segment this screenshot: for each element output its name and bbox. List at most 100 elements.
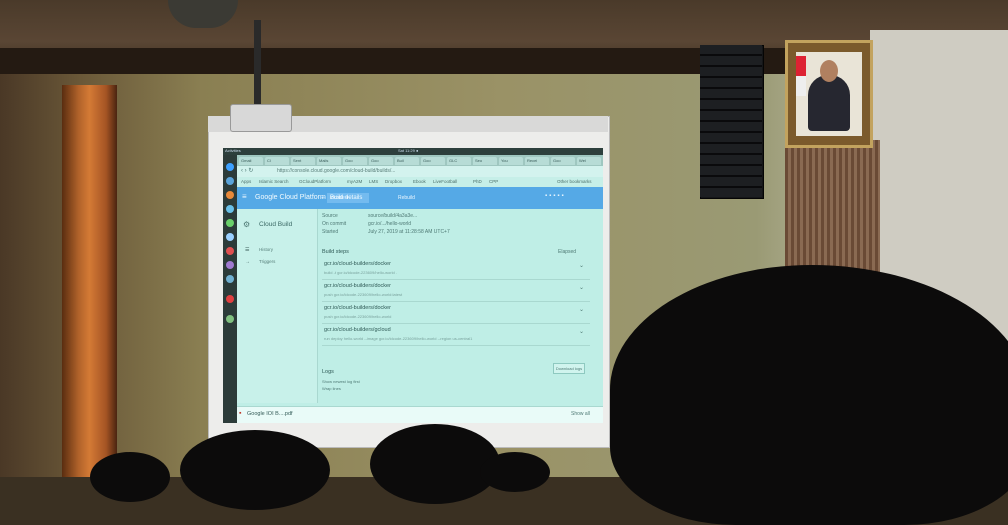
address-bar[interactable]: ‹ › ↻ https://console.cloud.google.com/c… bbox=[237, 166, 603, 177]
sidebar-title: Cloud Build bbox=[259, 221, 293, 228]
chrome-icon[interactable] bbox=[226, 163, 234, 171]
download-item[interactable]: Google IOI B....pdf bbox=[247, 411, 293, 417]
gcp-title[interactable]: Google Cloud Platform bbox=[255, 194, 326, 201]
app-icon[interactable] bbox=[226, 295, 234, 303]
log-option-newest-first[interactable]: Show newest log first bbox=[322, 379, 360, 384]
back-arrow-icon[interactable]: ← bbox=[320, 194, 327, 201]
elapsed-heading: Elapsed bbox=[558, 249, 577, 255]
meta-label: Source bbox=[322, 213, 338, 219]
meta-value: July 27, 2019 at 11:28:58 AM UTC+7 bbox=[368, 229, 450, 235]
bookmark-item[interactable]: Dropbox bbox=[385, 179, 402, 184]
bookmark-item[interactable]: LMS bbox=[369, 179, 378, 184]
browser-tab[interactable]: Goo bbox=[369, 157, 393, 165]
dock bbox=[223, 155, 237, 423]
other-bookmarks[interactable]: Other bookmarks bbox=[557, 179, 592, 184]
cloud-build-icon: ⚙ bbox=[243, 220, 251, 229]
bookmark-item[interactable]: myA2M bbox=[347, 179, 362, 184]
header-actions-icon[interactable]: ▪▪▪▪▪ bbox=[545, 193, 593, 201]
chevron-down-icon[interactable]: ⌄ bbox=[579, 306, 584, 313]
browser-tab[interactable]: Cl bbox=[265, 157, 289, 165]
flag-in-portrait bbox=[796, 56, 806, 96]
bookmark-item[interactable]: CPP bbox=[489, 179, 498, 184]
browser-tab[interactable]: Sent bbox=[291, 157, 315, 165]
browser-tab[interactable]: You bbox=[499, 157, 523, 165]
history-icon: ☰ bbox=[245, 247, 250, 253]
step-args: build -t gcr.io/idcode-223609/hello-worl… bbox=[324, 270, 397, 275]
step-name: gcr.io/cloud-builders/docker bbox=[324, 283, 391, 289]
audience-head bbox=[610, 265, 1008, 525]
build-step[interactable]: gcr.io/cloud-builders/docker push gcr.io… bbox=[322, 303, 590, 324]
bookmark-item[interactable]: PhD bbox=[473, 179, 482, 184]
download-logs-button[interactable]: Download logs bbox=[553, 363, 585, 374]
browser-tab-strip: Gmail Cl Sent Mails Goo Goo Buil Goo GLC… bbox=[237, 155, 603, 166]
bookmark-item[interactable]: Ebook bbox=[413, 179, 426, 184]
bookmark-item[interactable]: Islamic Search bbox=[259, 179, 289, 184]
step-name: gcr.io/cloud-builders/docker bbox=[324, 305, 391, 311]
browser-tab[interactable]: Buil bbox=[395, 157, 419, 165]
app-icon[interactable] bbox=[226, 247, 234, 255]
build-step[interactable]: gcr.io/cloud-builders/docker push gcr.io… bbox=[322, 281, 590, 302]
triggers-icon: → bbox=[245, 259, 250, 265]
bookmarks-bar: Apps Islamic Search GCloudPlatform myA2M… bbox=[237, 177, 603, 187]
browser-tab[interactable]: GLC bbox=[447, 157, 471, 165]
browser-tab[interactable]: Goo bbox=[421, 157, 445, 165]
app-icon[interactable] bbox=[226, 205, 234, 213]
audience-head bbox=[180, 430, 330, 510]
pdf-icon: ▪ bbox=[239, 410, 242, 417]
app-icon[interactable] bbox=[226, 315, 234, 323]
audience-head bbox=[480, 452, 550, 492]
meta-value[interactable]: source/build/4a3a3e... bbox=[368, 213, 417, 219]
window-curtain bbox=[62, 85, 117, 477]
app-icon[interactable] bbox=[226, 233, 234, 241]
chevron-down-icon[interactable]: ⌄ bbox=[579, 328, 584, 335]
speaker-grille bbox=[700, 45, 762, 197]
projected-desktop: Activities Sat 11:29 ● Gmail Cl Sent Mai… bbox=[223, 148, 603, 423]
meta-label: Started bbox=[322, 229, 339, 235]
menu-icon[interactable]: ≡ bbox=[242, 192, 247, 201]
projector-mount bbox=[254, 20, 261, 106]
build-step[interactable]: gcr.io/cloud-builders/docker build -t gc… bbox=[322, 259, 590, 280]
browser-tab[interactable]: Goo bbox=[551, 157, 575, 165]
app-icon[interactable] bbox=[226, 261, 234, 269]
build-step[interactable]: gcr.io/cloud-builders/gcloud run deploy … bbox=[322, 325, 590, 346]
gcp-header: ≡ Google Cloud Platform idcode ▾ ▪▪▪▪▪ bbox=[237, 187, 603, 209]
download-shelf: ▪ Google IOI B....pdf Show all bbox=[237, 406, 603, 423]
sidebar-item-triggers[interactable]: Triggers bbox=[259, 259, 275, 264]
url-text[interactable]: https://console.cloud.google.com/cloud-b… bbox=[277, 168, 395, 174]
sidebar-item-history[interactable]: History bbox=[259, 247, 273, 252]
build-details-panel: ← Build details Rebuild Source source/bu… bbox=[318, 194, 603, 403]
browser-tab[interactable]: Mails bbox=[317, 157, 341, 165]
step-name: gcr.io/cloud-builders/gcloud bbox=[324, 327, 391, 333]
chevron-down-icon[interactable]: ⌄ bbox=[579, 262, 584, 269]
back-icon[interactable]: ‹ › ↻ bbox=[241, 167, 253, 174]
portrait-person bbox=[808, 75, 850, 131]
files-icon[interactable] bbox=[226, 177, 234, 185]
activities-label[interactable]: Activities bbox=[225, 148, 241, 153]
log-option-wrap-lines[interactable]: Wrap lines bbox=[322, 386, 341, 391]
page-title: Build details bbox=[330, 195, 363, 201]
browser-tab[interactable]: Recei bbox=[525, 157, 549, 165]
browser-tab[interactable]: Wel bbox=[577, 157, 601, 165]
gnome-top-bar: Activities Sat 11:29 ● bbox=[223, 148, 603, 155]
chevron-down-icon[interactable]: ⌄ bbox=[579, 284, 584, 291]
app-icon[interactable] bbox=[226, 275, 234, 283]
bookmark-item[interactable]: GCloudPlatform bbox=[299, 179, 331, 184]
browser-tab[interactable]: Gmail bbox=[239, 157, 263, 165]
logs-heading: Logs bbox=[322, 369, 334, 375]
audience-head bbox=[90, 452, 170, 502]
step-args: push gcr.io/idcode-223609/hello-world bbox=[324, 314, 392, 319]
browser-tab[interactable]: Goo bbox=[343, 157, 367, 165]
show-all-button[interactable]: Show all bbox=[571, 411, 590, 417]
terminal-icon[interactable] bbox=[226, 191, 234, 199]
rebuild-button[interactable]: Rebuild bbox=[398, 195, 415, 201]
bookmark-apps[interactable]: Apps bbox=[241, 179, 251, 184]
step-args: push gcr.io/idcode-223609/hello-world:la… bbox=[324, 292, 403, 297]
step-args: run deploy hello-world --image gcr.io/id… bbox=[324, 336, 473, 341]
whatsapp-icon[interactable] bbox=[226, 219, 234, 227]
bookmark-item[interactable]: LiveFootball bbox=[433, 179, 457, 184]
audience-head bbox=[370, 424, 500, 504]
browser-tab[interactable]: Seo bbox=[473, 157, 497, 165]
meta-label: On commit bbox=[322, 221, 347, 227]
meta-value[interactable]: gcr.io/.../hello-world bbox=[368, 221, 411, 227]
step-name: gcr.io/cloud-builders/docker bbox=[324, 261, 391, 267]
